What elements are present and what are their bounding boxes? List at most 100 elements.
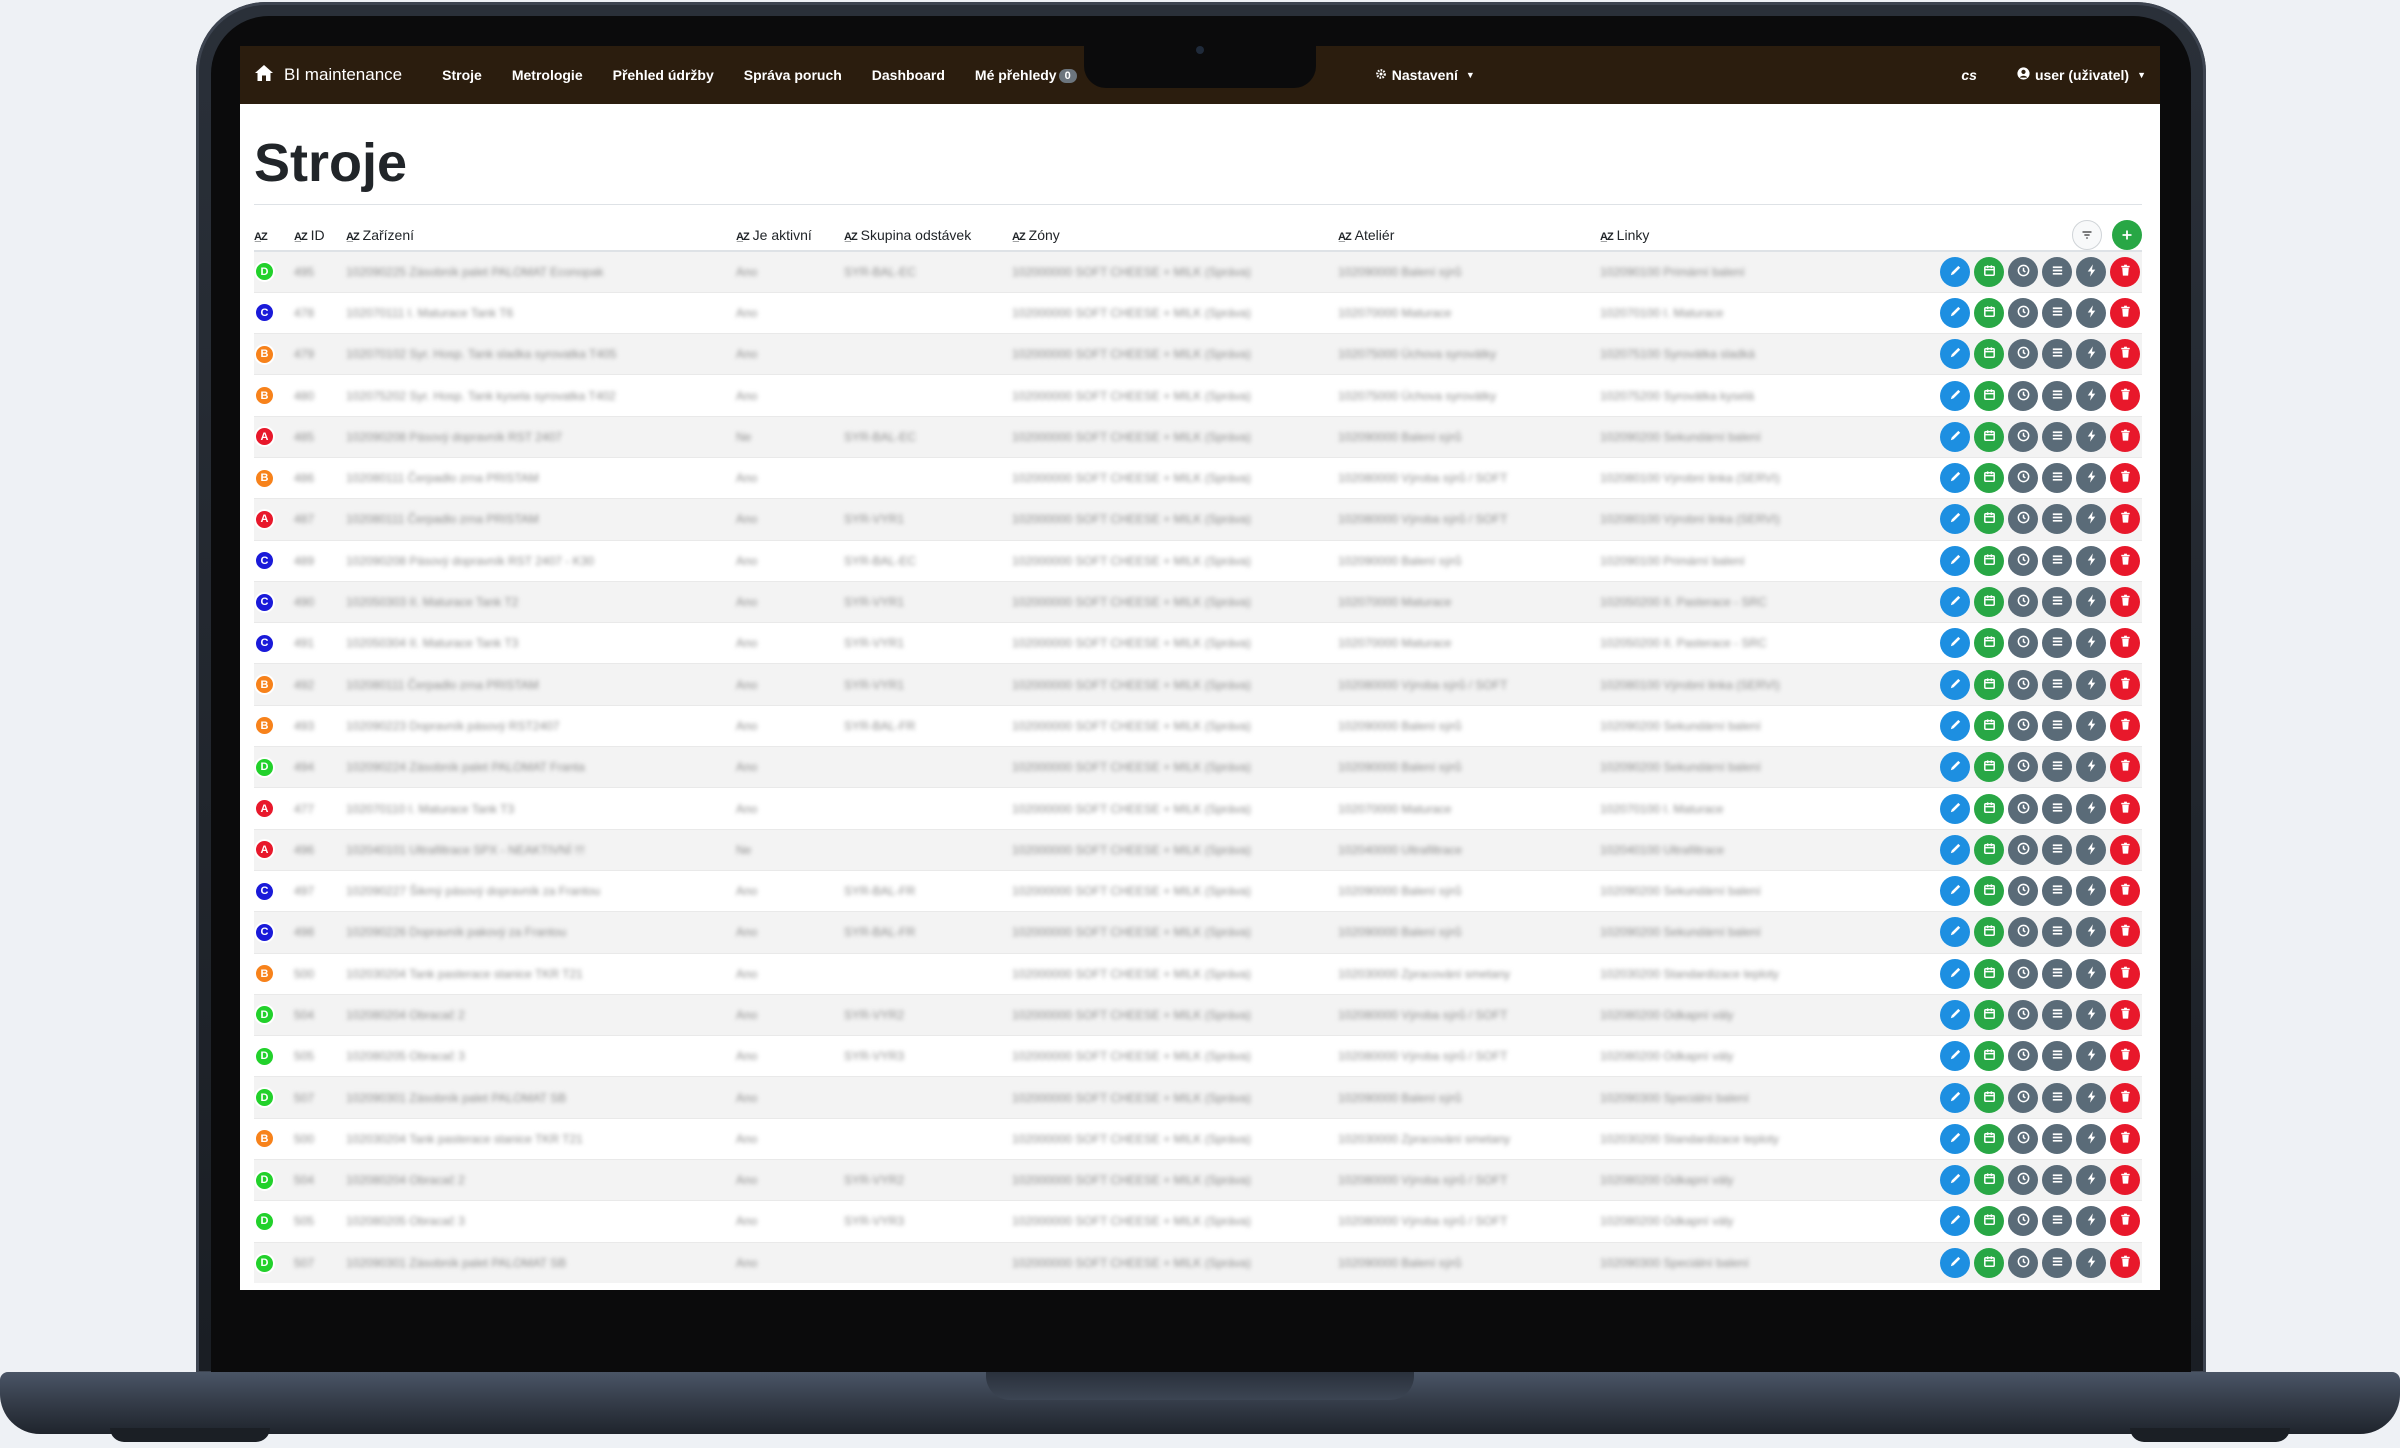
list-button[interactable] xyxy=(2042,793,2072,824)
delete-button[interactable] xyxy=(2110,834,2140,865)
history-button[interactable] xyxy=(2008,256,2038,287)
calendar-button[interactable] xyxy=(1974,380,2004,411)
header-linky[interactable]: A̲Z Linky xyxy=(1600,219,1836,252)
history-button[interactable] xyxy=(2008,421,2038,452)
header-atelier[interactable]: A̲Z Ateliér xyxy=(1338,219,1600,252)
history-button[interactable] xyxy=(2008,587,2038,618)
calendar-button[interactable] xyxy=(1974,710,2004,741)
edit-button[interactable] xyxy=(1940,1041,1970,1072)
edit-button[interactable] xyxy=(1940,504,1970,535)
list-button[interactable] xyxy=(2042,504,2072,535)
table-row[interactable]: D 495 102090225 Zásobník palet PALOMAT Eco… xyxy=(254,250,2142,293)
fault-button[interactable] xyxy=(2076,1041,2106,1072)
fault-button[interactable] xyxy=(2076,256,2106,287)
list-button[interactable] xyxy=(2042,917,2072,948)
list-button[interactable] xyxy=(2042,752,2072,783)
fault-button[interactable] xyxy=(2076,504,2106,535)
fault-button[interactable] xyxy=(2076,545,2106,576)
list-button[interactable] xyxy=(2042,1123,2072,1154)
delete-button[interactable] xyxy=(2110,917,2140,948)
calendar-button[interactable] xyxy=(1974,669,2004,700)
list-button[interactable] xyxy=(2042,1041,2072,1072)
edit-button[interactable] xyxy=(1940,917,1970,948)
fault-button[interactable] xyxy=(2076,834,2106,865)
calendar-button[interactable] xyxy=(1974,256,2004,287)
add-machine-button[interactable] xyxy=(2112,219,2142,250)
list-button[interactable] xyxy=(2042,710,2072,741)
fault-button[interactable] xyxy=(2076,1206,2106,1237)
calendar-button[interactable] xyxy=(1974,587,2004,618)
delete-button[interactable] xyxy=(2110,1206,2140,1237)
list-button[interactable] xyxy=(2042,421,2072,452)
fault-button[interactable] xyxy=(2076,421,2106,452)
table-row[interactable]: B 479 102070102 Syr. Hosp. Tank sladka syr… xyxy=(254,333,2142,375)
language-switch[interactable]: cs xyxy=(1961,67,1977,83)
history-button[interactable] xyxy=(2008,545,2038,576)
table-row[interactable]: A 496 102040101 Ultrafiltrace SPX - NEAKTI… xyxy=(254,828,2142,871)
history-button[interactable] xyxy=(2008,628,2038,659)
history-button[interactable] xyxy=(2008,297,2038,328)
history-button[interactable] xyxy=(2008,1165,2038,1196)
table-row[interactable]: C 498 102090226 Dopravník pakový za Franto… xyxy=(254,911,2142,954)
header-je-aktivni[interactable]: A̲Z Je aktivní xyxy=(736,219,844,252)
fault-button[interactable] xyxy=(2076,793,2106,824)
history-button[interactable] xyxy=(2008,834,2038,865)
table-row[interactable]: A 477 102070110 I. Maturace Tank T3 Ano 1020… xyxy=(254,787,2142,830)
calendar-button[interactable] xyxy=(1974,1123,2004,1154)
list-button[interactable] xyxy=(2042,463,2072,494)
delete-button[interactable] xyxy=(2110,463,2140,494)
edit-button[interactable] xyxy=(1940,834,1970,865)
calendar-button[interactable] xyxy=(1974,793,2004,824)
header-zony[interactable]: A̲Z Zóny xyxy=(1012,219,1338,252)
edit-button[interactable] xyxy=(1940,463,1970,494)
delete-button[interactable] xyxy=(2110,958,2140,989)
calendar-button[interactable] xyxy=(1974,834,2004,865)
delete-button[interactable] xyxy=(2110,752,2140,783)
list-button[interactable] xyxy=(2042,1082,2072,1113)
list-button[interactable] xyxy=(2042,876,2072,907)
list-button[interactable] xyxy=(2042,628,2072,659)
delete-button[interactable] xyxy=(2110,628,2140,659)
edit-button[interactable] xyxy=(1940,1165,1970,1196)
edit-button[interactable] xyxy=(1940,297,1970,328)
edit-button[interactable] xyxy=(1940,669,1970,700)
table-row[interactable]: B 486 102080111 Čerpadlo zrna PRISTAM Ano 10… xyxy=(254,456,2142,499)
table-row[interactable]: D 505 102080205 Obracač 3 Ano SYR-VYR3 102000… xyxy=(254,1200,2142,1243)
calendar-button[interactable] xyxy=(1974,1165,2004,1196)
delete-button[interactable] xyxy=(2110,1082,2140,1113)
table-row[interactable]: A 487 102080111 Čerpadlo zrna PRISTAM Ano SY… xyxy=(254,498,2142,541)
header-zarizeni[interactable]: A̲Z Zařízení xyxy=(346,219,736,252)
settings-dropdown[interactable]: Nastavení ▼ xyxy=(1375,67,1475,83)
fault-button[interactable] xyxy=(2076,628,2106,659)
nav-item-me-prehledy[interactable]: Mé přehledy 0 xyxy=(975,67,1077,84)
edit-button[interactable] xyxy=(1940,752,1970,783)
fault-button[interactable] xyxy=(2076,669,2106,700)
edit-button[interactable] xyxy=(1940,380,1970,411)
calendar-button[interactable] xyxy=(1974,999,2004,1030)
header-id[interactable]: A̲Z ID xyxy=(294,219,346,252)
delete-button[interactable] xyxy=(2110,793,2140,824)
delete-button[interactable] xyxy=(2110,1248,2140,1279)
calendar-button[interactable] xyxy=(1974,1248,2004,1279)
fault-button[interactable] xyxy=(2076,297,2106,328)
calendar-button[interactable] xyxy=(1974,545,2004,576)
fault-button[interactable] xyxy=(2076,1248,2106,1279)
history-button[interactable] xyxy=(2008,793,2038,824)
brand-link[interactable]: BI maintenance xyxy=(254,63,402,88)
edit-button[interactable] xyxy=(1940,1082,1970,1113)
list-button[interactable] xyxy=(2042,1165,2072,1196)
nav-item-sprava-poruch[interactable]: Správa poruch xyxy=(744,67,842,83)
history-button[interactable] xyxy=(2008,876,2038,907)
edit-button[interactable] xyxy=(1940,710,1970,741)
delete-button[interactable] xyxy=(2110,256,2140,287)
edit-button[interactable] xyxy=(1940,876,1970,907)
fault-button[interactable] xyxy=(2076,463,2106,494)
list-button[interactable] xyxy=(2042,1248,2072,1279)
list-button[interactable] xyxy=(2042,958,2072,989)
list-button[interactable] xyxy=(2042,999,2072,1030)
fault-button[interactable] xyxy=(2076,1123,2106,1154)
fault-button[interactable] xyxy=(2076,999,2106,1030)
calendar-button[interactable] xyxy=(1974,958,2004,989)
history-button[interactable] xyxy=(2008,999,2038,1030)
history-button[interactable] xyxy=(2008,1248,2038,1279)
